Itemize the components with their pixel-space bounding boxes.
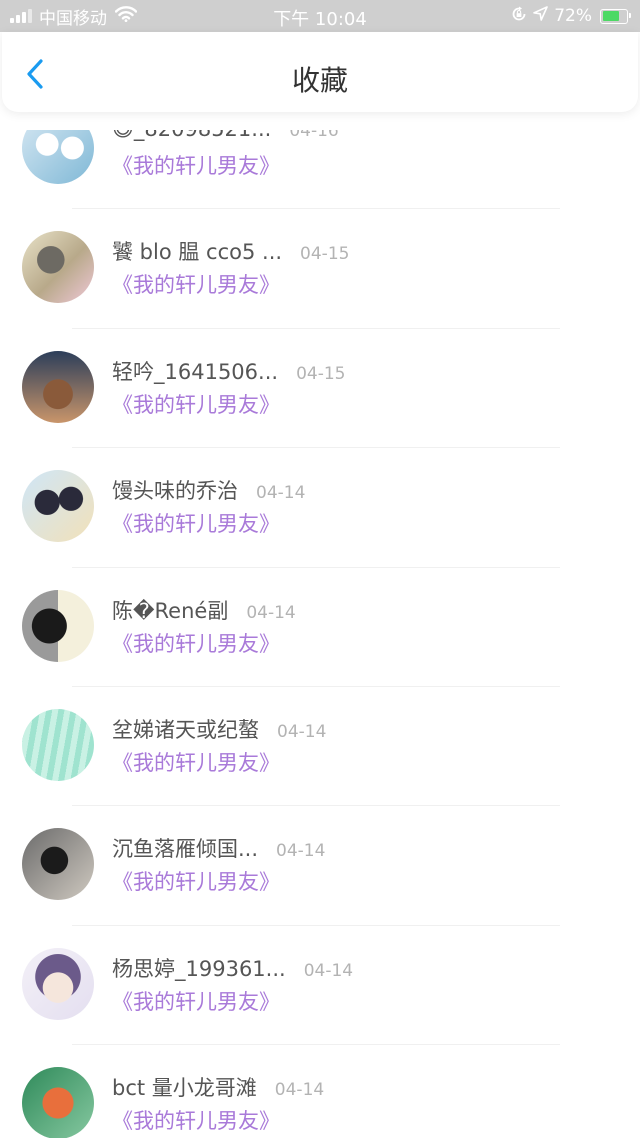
battery-icon [600,8,631,24]
favorite-item[interactable]: 饕 blo 腽 cco5 ... 04-15 《我的轩儿男友》 [0,209,640,329]
work-title-link[interactable]: 《我的轩儿男友》 [112,508,280,538]
user-name[interactable]: 杨思婷_199361... [112,953,286,983]
orientation-lock-icon [511,6,527,27]
avatar[interactable] [22,231,94,304]
favorite-meta: 陈�René副 04-14 [112,595,296,625]
work-title-link[interactable]: 《我的轩儿男友》 [112,866,280,896]
work-title-link[interactable]: 《我的轩儿男友》 [112,628,280,658]
avatar[interactable] [22,828,94,901]
favorite-item[interactable]: 陈�René副 04-14 《我的轩儿男友》 [0,568,640,687]
page-title: 收藏 [291,64,348,97]
avatar[interactable] [22,1067,94,1138]
avatar[interactable] [22,708,94,781]
favorite-item[interactable]: 杨思婷_199361... 04-14 《我的轩儿男友》 [0,926,640,1046]
user-name[interactable]: 轻吟_1641506... [112,356,278,386]
avatar[interactable] [22,589,94,662]
favorite-meta: 馒头味的乔治 04-14 [112,475,305,505]
favorite-date: 04-14 [277,721,327,742]
favorite-item[interactable]: 坌娣诸天或纪螯 04-14 《我的轩儿男友》 [0,687,640,807]
work-title-link[interactable]: 《我的轩儿男友》 [112,1105,280,1135]
user-name[interactable]: bct 量小龙哥滩 [112,1072,257,1102]
favorite-date: 04-15 [300,244,350,265]
user-name[interactable]: 饕 blo 腽 cco5 ... [112,236,282,266]
user-name[interactable]: 沉鱼落雁倾国... [112,833,258,863]
favorite-date: 04-14 [274,1080,325,1101]
user-name[interactable]: 坌娣诸天或纪螯 [112,714,259,744]
work-title-link[interactable]: 《我的轩儿男友》 [112,150,280,180]
work-title-link[interactable]: 《我的轩儿男友》 [112,986,280,1016]
avatar[interactable] [22,947,94,1020]
user-name[interactable]: 😃_82098521... [112,130,271,141]
favorite-meta: 坌娣诸天或纪螯 04-14 [112,714,326,744]
work-title-link[interactable]: 《我的轩儿男友》 [112,269,280,299]
favorite-date: 04-16 [289,130,339,141]
favorite-meta: 😃_82098521... 04-16 [112,130,339,141]
user-name[interactable]: 陈�René副 [112,595,228,625]
favorite-date: 04-15 [296,363,346,384]
favorite-meta: 饕 blo 腽 cco5 ... 04-15 [112,236,349,266]
favorite-item[interactable]: 😃_82098521... 04-16 《我的轩儿男友》 [0,130,640,210]
work-title-link[interactable]: 《我的轩儿男友》 [112,747,280,777]
nav-bar: 收藏 [2,32,638,112]
favorite-date: 04-14 [246,602,296,623]
status-right: 72% [511,6,631,27]
battery-percent: 72% [554,6,592,26]
favorite-item[interactable]: 馒头味的乔治 04-14 《我的轩儿男友》 [0,448,640,568]
status-bar: 中国移动 下午 10:04 72% [0,0,640,32]
work-title-link[interactable]: 《我的轩儿男友》 [112,389,280,419]
avatar[interactable] [22,350,94,423]
favorite-item[interactable]: 沉鱼落雁倾国... 04-14 《我的轩儿男友》 [0,806,640,926]
favorite-date: 04-14 [256,483,306,504]
avatar[interactable] [22,130,94,184]
location-icon [533,6,549,26]
favorite-meta: bct 量小龙哥滩 04-14 [112,1072,324,1102]
favorites-list: 😃_82098521...04-16《我的轩儿男友》饕 blo 腽 cco5 .… [0,130,640,1138]
favorite-item[interactable]: 轻吟_1641506... 04-15 《我的轩儿男友》 [0,329,640,449]
favorite-meta: 杨思婷_199361... 04-14 [112,953,353,983]
favorite-item[interactable]: bct 量小龙哥滩 04-14 《我的轩儿男友》 [0,1045,640,1138]
favorite-date: 04-14 [303,960,354,981]
favorite-date: 04-14 [276,841,326,862]
favorite-meta: 沉鱼落雁倾国... 04-14 [112,833,325,863]
favorite-meta: 轻吟_1641506... 04-15 [112,356,345,386]
user-name[interactable]: 馒头味的乔治 [112,475,238,505]
avatar[interactable] [22,470,94,543]
